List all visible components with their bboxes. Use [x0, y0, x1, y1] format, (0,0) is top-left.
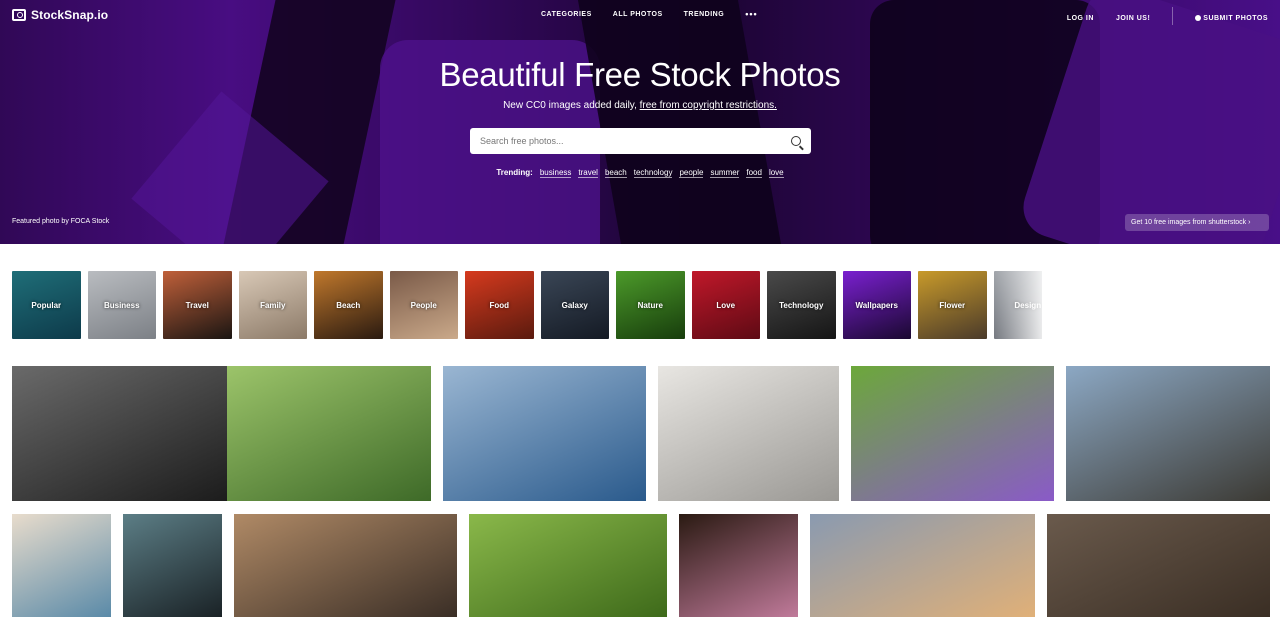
search-icon[interactable]	[791, 136, 801, 146]
trending-tag-technology[interactable]: technology	[633, 168, 673, 178]
hero-banner: StockSnap.io CATEGORIES ALL PHOTOS TREND…	[0, 0, 1280, 244]
category-tile-people[interactable]: People	[389, 271, 458, 339]
seal-rocks-photo[interactable]	[234, 514, 457, 617]
sunset-clouds-photo[interactable]	[810, 514, 1035, 617]
category-label: People	[410, 300, 437, 310]
category-tile-wallpapers[interactable]: Wallpapers	[842, 271, 911, 339]
flower-vase-photo[interactable]	[679, 514, 798, 617]
sailboat-photo[interactable]	[443, 366, 646, 501]
login-link[interactable]: LOG IN	[1067, 15, 1094, 22]
nav-right: LOG IN JOIN US! SUBMIT PHOTOS	[1067, 7, 1268, 25]
submit-photos-label: SUBMIT PHOTOS	[1203, 14, 1268, 22]
trending-tag-summer[interactable]: summer	[710, 168, 740, 178]
couple-cooking-photo[interactable]	[12, 514, 111, 617]
logo-link[interactable]: StockSnap.io	[12, 8, 108, 22]
category-label: Technology	[779, 300, 824, 310]
category-tile-food[interactable]: Food	[465, 271, 534, 339]
logo-text: StockSnap.io	[31, 8, 109, 22]
category-label: Popular	[31, 300, 62, 310]
hero-title: Beautiful Free Stock Photos	[439, 56, 841, 93]
top-nav: StockSnap.io CATEGORIES ALL PHOTOS TREND…	[0, 0, 1280, 30]
vintage-kitchen-photo[interactable]	[12, 366, 227, 501]
copyright-link[interactable]: free from copyright restrictions.	[640, 100, 777, 111]
category-strip: Popular Business Travel Family Beach People Fo…	[12, 271, 1042, 339]
city-street-photo[interactable]	[1066, 366, 1270, 501]
trending-tag-food[interactable]: food	[746, 168, 762, 178]
featured-credit: Featured photo by FOCA Stock	[12, 218, 109, 225]
category-label: Travel	[185, 300, 209, 310]
trending-tag-beach[interactable]: beach	[604, 168, 627, 178]
trending-tags: Trending: business travel beach technolo…	[0, 168, 1280, 178]
more-dots-icon[interactable]: •••	[745, 10, 757, 19]
trending-tag-business[interactable]: business	[539, 168, 572, 178]
notebook-pen-photo[interactable]	[658, 366, 839, 501]
join-link[interactable]: JOIN US!	[1116, 15, 1150, 22]
category-label: Beach	[336, 300, 361, 310]
user-icon	[1195, 14, 1202, 21]
hero-overlay	[0, 0, 1280, 244]
category-label: Wallpapers	[855, 300, 898, 310]
category-label: Nature	[637, 300, 663, 310]
trending-tag-travel[interactable]: travel	[578, 168, 598, 178]
category-tile-galaxy[interactable]: Galaxy	[540, 271, 609, 339]
woman-portrait-photo[interactable]	[123, 514, 222, 617]
category-tile-love[interactable]: Love	[691, 271, 760, 339]
submit-photos-link[interactable]: SUBMIT PHOTOS	[1195, 15, 1268, 22]
shutterstock-promo-button[interactable]: Get 10 free images from shutterstock ›	[1125, 214, 1269, 231]
nav-divider	[1172, 7, 1174, 25]
category-label: Love	[716, 300, 736, 310]
trending-tag-people[interactable]: people	[679, 168, 704, 178]
category-label: Galaxy	[561, 300, 588, 310]
camera-logo-icon	[12, 9, 26, 21]
hero-subtitle-text: New CC0 images added daily,	[503, 100, 637, 111]
category-fade	[990, 271, 1050, 339]
category-label: Food	[489, 300, 510, 310]
trending-tag-love[interactable]: love	[768, 168, 784, 178]
category-tile-travel[interactable]: Travel	[163, 271, 232, 339]
category-tile-technology[interactable]: Technology	[767, 271, 836, 339]
plant-wall-photo[interactable]	[1047, 514, 1270, 617]
search-box	[470, 128, 811, 154]
category-label: Business	[103, 300, 140, 310]
hero-subtitle: New CC0 images added daily, free from co…	[0, 100, 1280, 111]
family-picnic-photo[interactable]	[227, 366, 431, 501]
nav-trending[interactable]: TRENDING	[684, 11, 725, 18]
category-tile-popular[interactable]: Popular	[12, 271, 81, 339]
nav-categories[interactable]: CATEGORIES	[541, 11, 592, 18]
purple-flower-photo[interactable]	[851, 366, 1054, 501]
category-tile-nature[interactable]: Nature	[616, 271, 685, 339]
nav-center: CATEGORIES ALL PHOTOS TRENDING •••	[541, 10, 758, 19]
featured-author-link[interactable]: FOCA Stock	[71, 218, 110, 225]
category-label: Family	[260, 300, 286, 310]
category-label: Flower	[939, 300, 966, 310]
category-tile-flower[interactable]: Flower	[918, 271, 987, 339]
category-tile-business[interactable]: Business	[87, 271, 156, 339]
nav-all-photos[interactable]: ALL PHOTOS	[613, 11, 663, 18]
featured-prefix: Featured photo by	[12, 218, 69, 225]
trending-label: Trending:	[496, 168, 533, 177]
search-input[interactable]	[480, 134, 780, 148]
category-tile-family[interactable]: Family	[238, 271, 307, 339]
category-tile-beach[interactable]: Beach	[314, 271, 383, 339]
strawberries-photo[interactable]	[469, 514, 667, 617]
